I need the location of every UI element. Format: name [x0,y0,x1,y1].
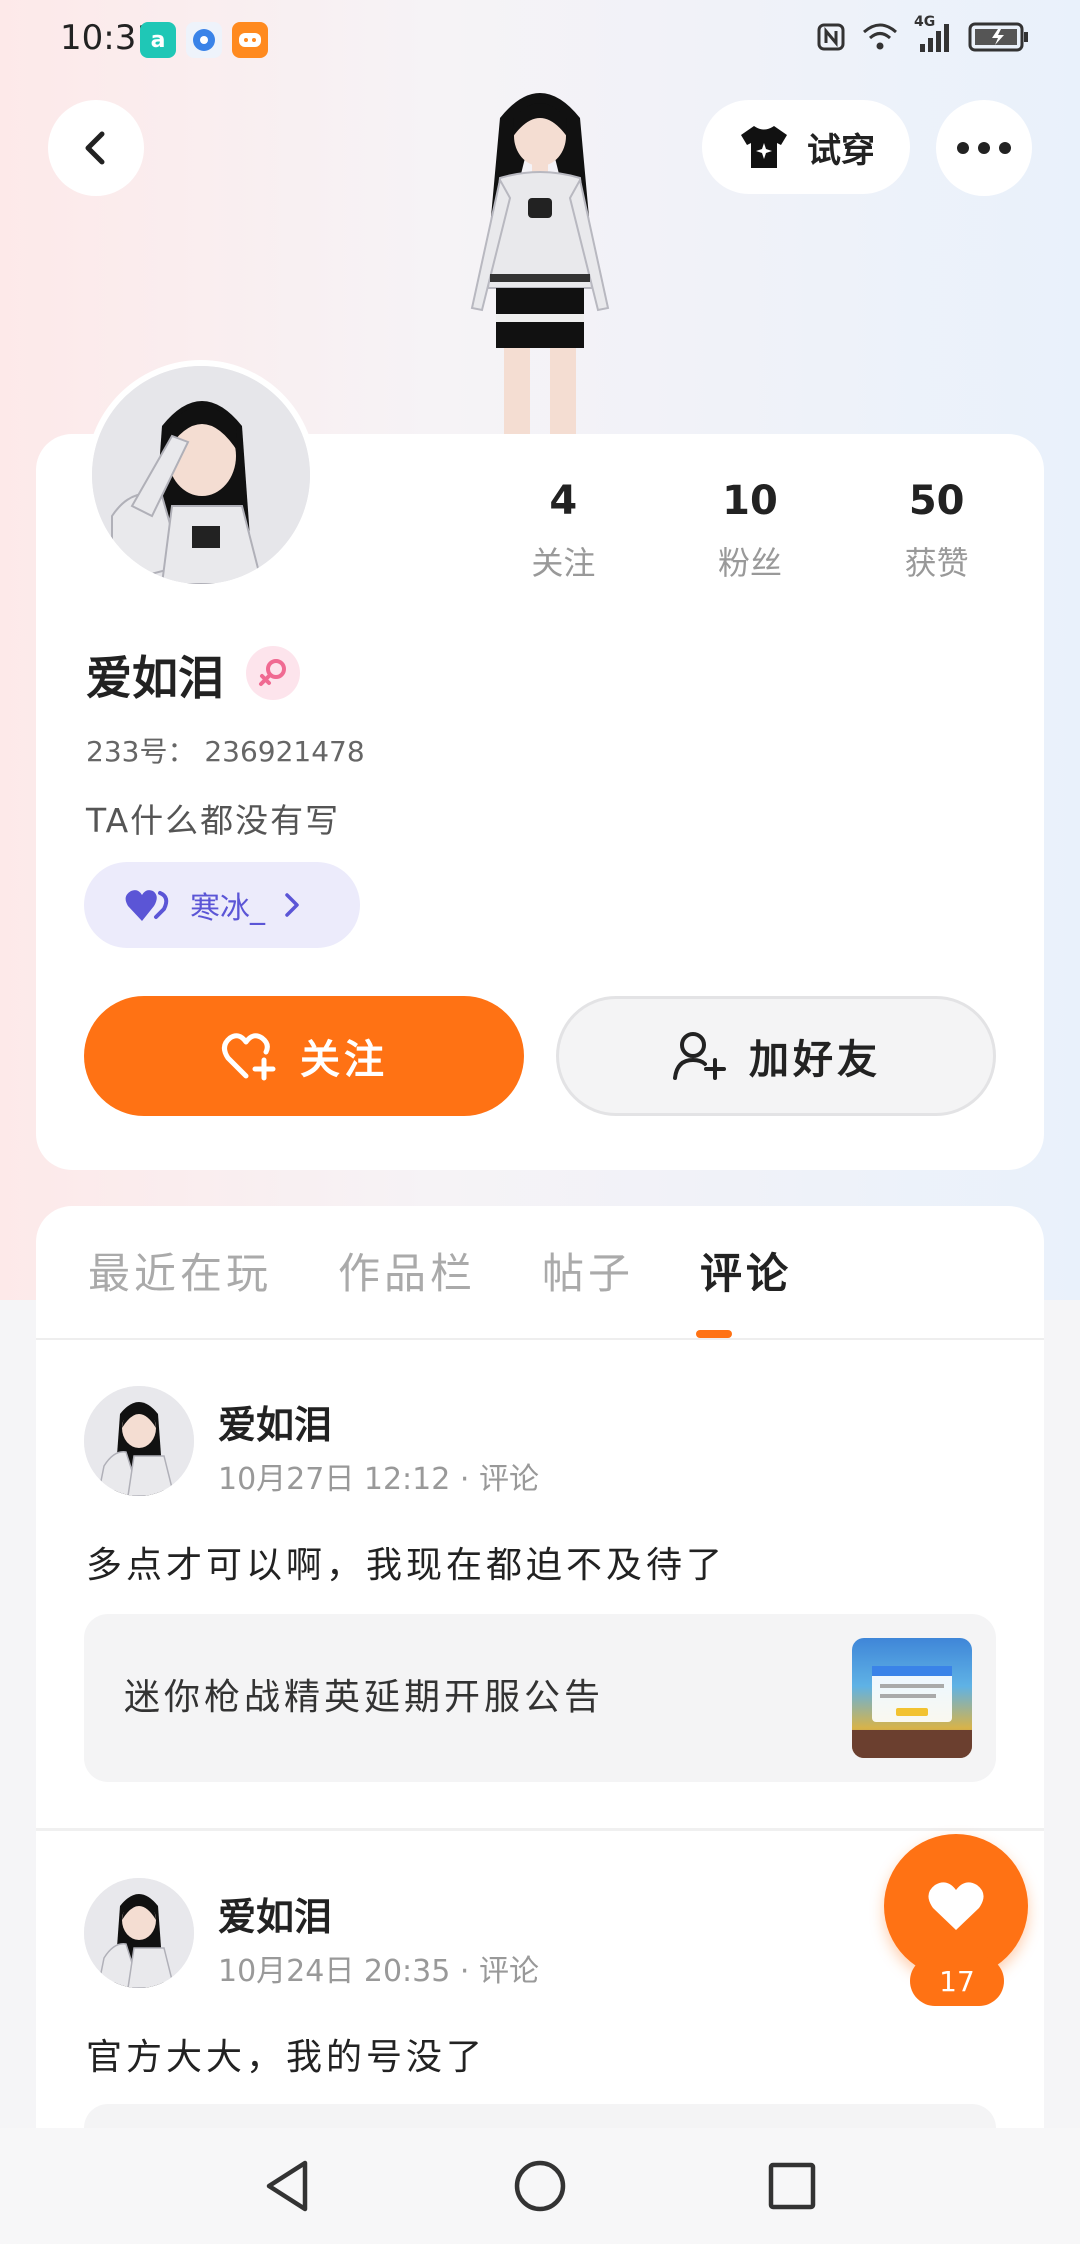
profile-stats: 4 关注 10 粉丝 50 获赞 [470,478,1030,584]
more-options-button[interactable] [936,100,1032,196]
user-bio: TA什么都没有写 [86,801,341,840]
post-author[interactable]: 爱如泪 [218,1886,332,1941]
heart-icon [928,1882,984,1930]
add-friend-label: 加好友 [749,1037,881,1083]
stat-likes[interactable]: 50 获赞 [843,478,1030,584]
heart-plus-icon [222,1033,276,1081]
back-button[interactable] [48,100,144,196]
post-text: 官方大大，我的号没了 [86,2037,487,2078]
nav-home-icon[interactable] [513,2159,567,2213]
stat-followers-label: 粉丝 [718,544,783,582]
shirt-icon [741,126,787,168]
stat-following-count: 4 [549,478,578,524]
signal-indicator: 4G [914,14,954,54]
wifi-icon [863,23,897,50]
status-indicators: 4G [816,14,1030,54]
couple-name: 寒冰_ [190,891,265,926]
notification-icons: a [140,22,268,58]
post-author[interactable]: 爱如泪 [218,1394,332,1449]
tab-comments[interactable]: 评论 [700,1240,792,1301]
more-dots-icon [957,142,1011,154]
post-avatar[interactable] [84,1878,194,1988]
follow-label: 关注 [300,1037,388,1083]
linked-post-thumbnail [852,1638,972,1758]
try-on-button[interactable]: 试穿 [702,100,910,194]
stat-likes-count: 50 [908,478,965,524]
user-id: 233号： 236921478 [86,735,365,768]
tab-works[interactable]: 作品栏 [338,1240,476,1301]
nav-back-icon[interactable] [263,2159,313,2213]
female-gender-icon [246,646,300,700]
stat-followers[interactable]: 10 粉丝 [657,478,844,584]
post-meta: 10月27日 12:12 · 评论 [218,1462,539,1497]
nav-recents-icon[interactable] [767,2161,817,2211]
try-on-label: 试穿 [807,130,875,171]
post-avatar[interactable] [84,1386,194,1496]
linked-post-card[interactable]: 迷你枪战精英延期开服公告 [84,1614,996,1782]
linked-post-title: 迷你枪战精英延期开服公告 [124,1677,605,1718]
nfc-icon [817,23,845,51]
post-text: 多点才可以啊，我现在都迫不及待了 [86,1545,727,1586]
avatar[interactable] [86,360,316,590]
avatar-portrait [92,366,310,584]
app-notification-icon: a [140,22,176,58]
battery-icon [968,22,1028,52]
profile-tabs: 最近在玩 作品栏 帖子 评论 [88,1240,792,1301]
post-divider [36,1828,1044,1831]
add-user-icon [673,1032,726,1080]
follow-button[interactable]: 关注 [84,996,524,1116]
stat-following[interactable]: 4 关注 [470,478,657,584]
avatar-character-illustration [470,93,610,438]
stat-following-label: 关注 [531,544,596,582]
status-bar: 10:31 a 4G [0,0,1080,80]
add-friend-button[interactable]: 加好友 [556,996,996,1116]
active-tab-indicator [696,1330,732,1338]
post-meta: 10月24日 20:35 · 评论 [218,1954,539,1989]
tabs-divider [36,1338,1044,1340]
network-type: 4G [914,14,936,30]
tab-recently-played[interactable]: 最近在玩 [88,1240,272,1301]
stat-likes-label: 获赞 [904,544,969,582]
user-name: 爱如泪 [86,651,224,705]
like-count: 17 [910,1956,1004,2006]
chevron-right-icon [285,893,299,917]
game-notification-icon [232,22,268,58]
couple-tag[interactable]: 寒冰_ [84,862,360,948]
back-arrow-icon [85,131,105,165]
stat-followers-count: 10 [722,478,778,524]
system-navigation-bar [0,2128,1080,2244]
tab-posts[interactable]: 帖子 [542,1240,634,1301]
browser-notification-icon [186,22,222,58]
heart-pair-icon [125,890,169,921]
